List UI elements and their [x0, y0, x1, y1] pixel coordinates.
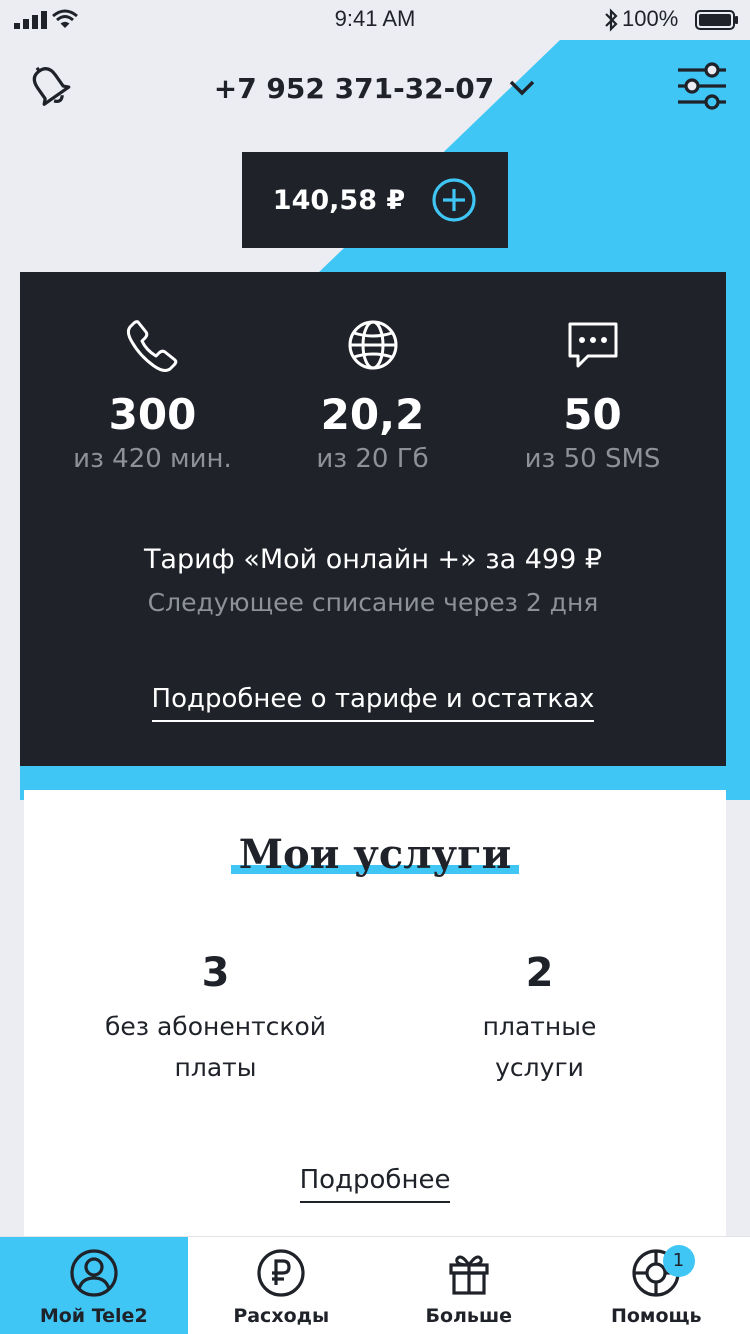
gift-icon [449, 1255, 489, 1295]
sms-unit: из 50 SMS [524, 444, 661, 475]
minutes-value: 300 [108, 390, 197, 439]
tariff-name: Тариф «Мой онлайн +» за 499 ₽ [143, 544, 603, 575]
help-notification-badge: 1 [662, 1245, 695, 1277]
tab-expenses[interactable]: Расходы [188, 1237, 376, 1334]
ruble-icon [257, 1249, 305, 1297]
bluetooth-icon [605, 8, 618, 32]
tariff-card: 300 из 420 мин. 20,2 из 20 Гб 50 из 50 S… [20, 272, 726, 766]
battery-percent: 100% [622, 6, 679, 31]
sms-value: 50 [563, 390, 622, 439]
status-bar: 9:41 AM 100% [0, 0, 750, 40]
free-services-label: без абонентской платы [104, 1012, 327, 1083]
tab-label: Помощь [610, 1305, 702, 1327]
globe-icon [348, 320, 397, 370]
minutes-counter: 300 из 420 мин. [35, 316, 270, 474]
tab-my-tele2[interactable]: Мой Tele2 [0, 1237, 188, 1334]
services-title: Мои услуги [230, 830, 520, 880]
chevron-down-icon [510, 80, 535, 96]
next-charge-info: Следующее списание через 2 дня [147, 588, 599, 617]
tab-more[interactable]: Больше [375, 1237, 563, 1334]
sms-counter: 50 из 50 SMS [475, 316, 710, 474]
user-icon [70, 1249, 118, 1297]
tab-label: Больше [425, 1305, 513, 1327]
balance-amount: 140,58 ₽ [272, 184, 406, 216]
tab-label: Мой Tele2 [39, 1305, 148, 1327]
tariff-details-link[interactable]: Подробнее о тарифе и остатках [151, 684, 595, 722]
internet-counter: 20,2 из 20 Гб [255, 316, 490, 474]
internet-unit: из 20 Гб [316, 444, 429, 475]
free-services-count: 3 [201, 950, 230, 996]
sms-icon [568, 322, 617, 368]
top-up-plus-icon[interactable] [431, 177, 477, 223]
services-card: Мои услуги 3 без абонентской платы 2 пла… [24, 790, 726, 1236]
battery-icon [695, 10, 738, 30]
phone-icon [126, 320, 177, 372]
paid-services-label: платные услуги [482, 1012, 597, 1083]
tab-bar: Мой Tele2 Расходы Больше Помощь 1 [0, 1236, 750, 1334]
tab-label: Расходы [233, 1305, 330, 1327]
tab-help[interactable]: Помощь 1 [563, 1237, 750, 1334]
paid-services[interactable]: 2 платные услуги [364, 950, 715, 1089]
balance-panel: 140,58 ₽ [242, 152, 508, 248]
free-services[interactable]: 3 без абонентской платы [40, 950, 391, 1089]
services-details-link[interactable]: Подробнее [299, 1165, 451, 1203]
settings-sliders-icon[interactable] [674, 58, 730, 114]
phone-number-selector[interactable]: +7 952 371-32-07 [0, 66, 750, 110]
phone-number: +7 952 371-32-07 [213, 71, 495, 105]
minutes-unit: из 420 мин. [73, 444, 232, 475]
internet-value: 20,2 [320, 390, 425, 439]
paid-services-count: 2 [525, 950, 554, 996]
